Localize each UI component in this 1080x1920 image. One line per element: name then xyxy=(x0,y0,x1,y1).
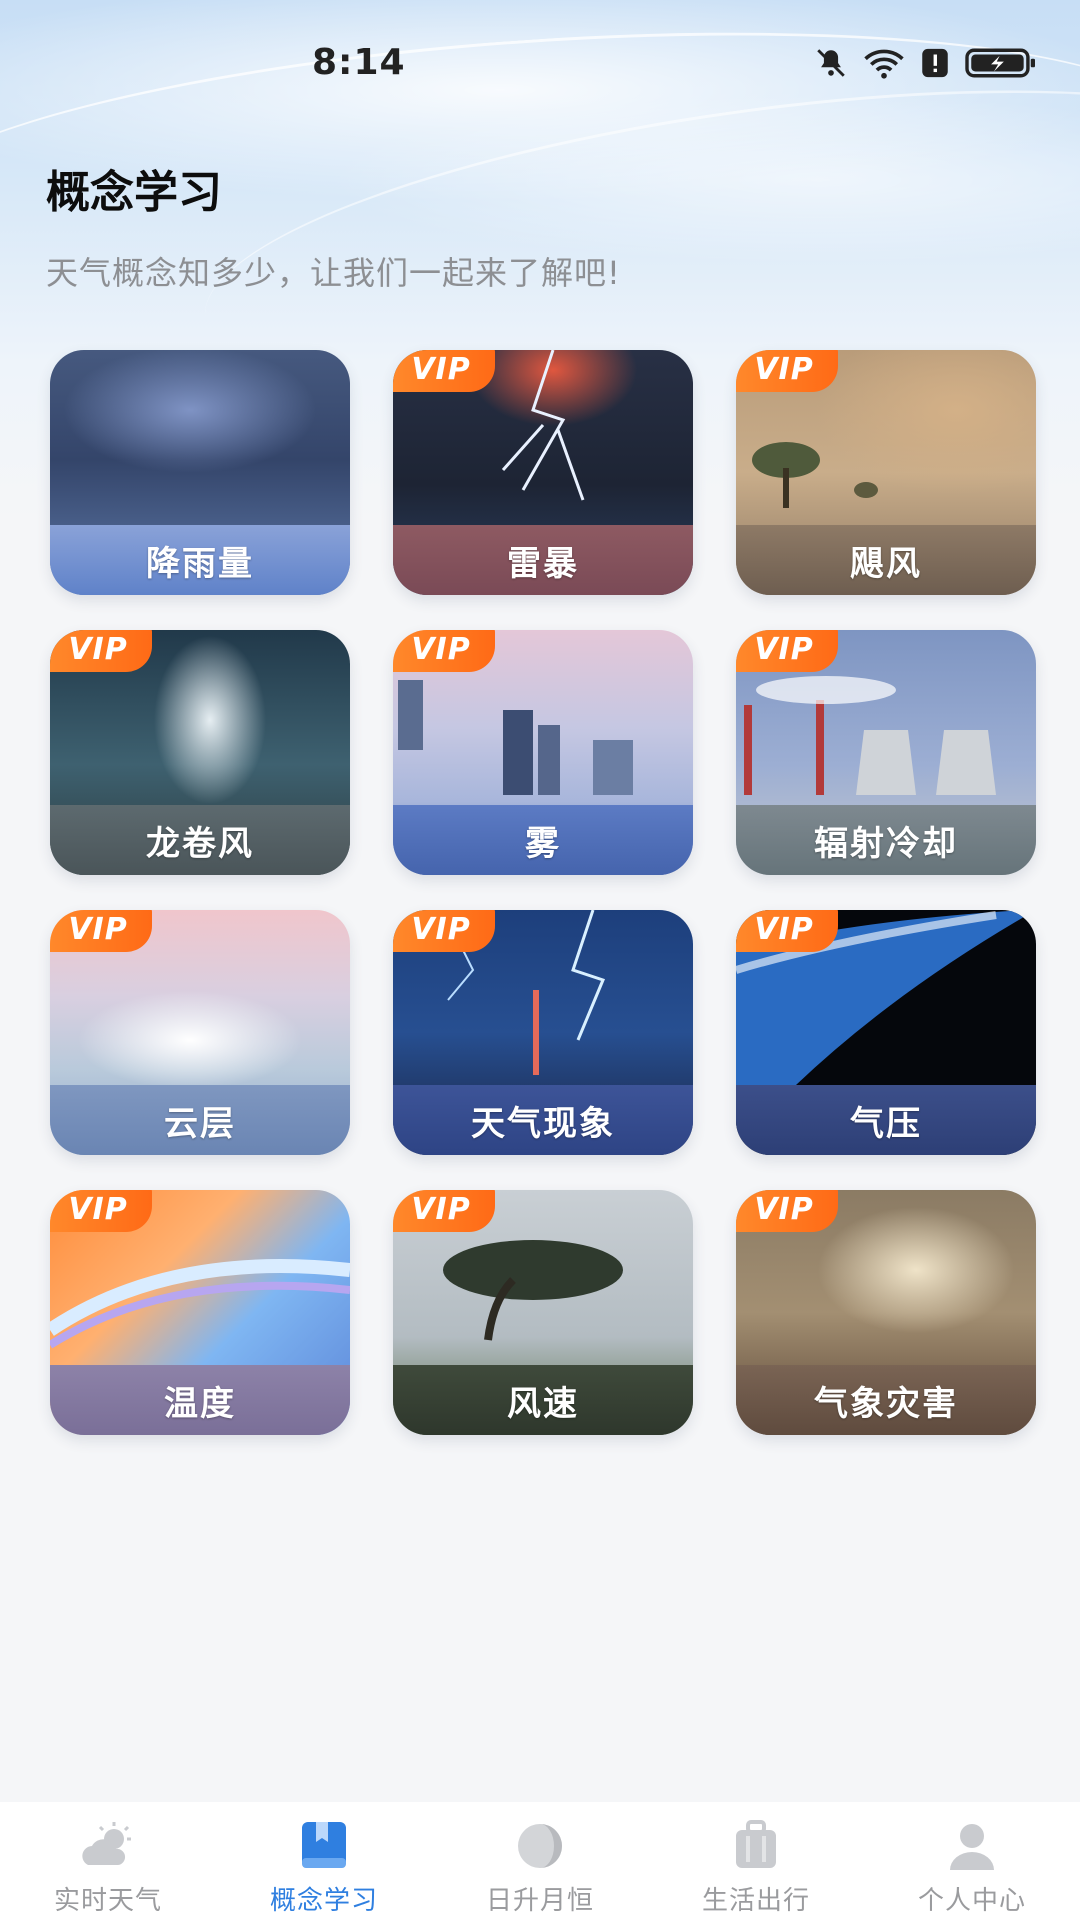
tab-label: 个人中心 xyxy=(917,1886,1026,1916)
card-weather-phenomena[interactable]: 天气现象 VIP xyxy=(393,910,693,1155)
card-label: 雷暴 xyxy=(507,543,579,584)
vip-badge: VIP xyxy=(736,350,838,392)
vip-badge: VIP xyxy=(736,1190,838,1232)
tab-label: 日升月恒 xyxy=(485,1886,594,1916)
vip-badge: VIP xyxy=(50,630,152,672)
card-hurricane[interactable]: 飓风 VIP xyxy=(736,350,1036,595)
tab-label: 生活出行 xyxy=(701,1886,810,1916)
vip-badge: VIP xyxy=(393,910,495,952)
card-label: 温度 xyxy=(164,1383,236,1424)
tab-label: 实时天气 xyxy=(53,1886,162,1916)
card-label: 雾 xyxy=(525,823,561,864)
luggage-icon xyxy=(726,1820,786,1872)
card-label: 风速 xyxy=(507,1383,579,1424)
card-cloud-layer[interactable]: 云层 VIP xyxy=(50,910,350,1155)
card-rainfall[interactable]: 降雨量 xyxy=(50,350,350,595)
moon-phase-icon xyxy=(510,1820,570,1872)
card-radiation-cooling[interactable]: 辐射冷却 VIP xyxy=(736,630,1036,875)
card-label: 云层 xyxy=(164,1103,236,1144)
wifi-icon xyxy=(862,46,906,80)
card-air-pressure[interactable]: 气压 VIP xyxy=(736,910,1036,1155)
person-icon xyxy=(942,1820,1002,1872)
status-time: 8:14 xyxy=(312,42,406,83)
page-title: 概念学习 xyxy=(46,167,222,218)
tab-sun-moon[interactable]: 日升月恒 xyxy=(432,1802,648,1920)
battery-icon xyxy=(964,46,1038,80)
card-label: 降雨量 xyxy=(146,543,254,584)
tab-life-travel[interactable]: 生活出行 xyxy=(648,1802,864,1920)
tab-personal-center[interactable]: 个人中心 xyxy=(864,1802,1080,1920)
partly-cloudy-icon xyxy=(78,1820,138,1872)
vip-badge: VIP xyxy=(50,1190,152,1232)
card-meteorological-disaster[interactable]: 气象灾害 VIP xyxy=(736,1190,1036,1435)
card-label: 飓风 xyxy=(850,543,922,584)
card-wind-speed[interactable]: 风速 VIP xyxy=(393,1190,693,1435)
card-label: 辐射冷却 xyxy=(814,823,958,864)
vip-badge: VIP xyxy=(736,630,838,672)
vip-badge: VIP xyxy=(393,630,495,672)
alert-icon xyxy=(920,46,950,80)
card-fog[interactable]: 雾 VIP xyxy=(393,630,693,875)
card-thunderstorm[interactable]: 雷暴 VIP xyxy=(393,350,693,595)
bell-muted-icon xyxy=(814,46,848,80)
vip-badge: VIP xyxy=(393,350,495,392)
tab-label: 概念学习 xyxy=(269,1886,378,1916)
card-label: 龙卷风 xyxy=(146,823,254,864)
bottom-tab-bar: 实时天气 概念学习 日升月恒 生活出行 个人中心 xyxy=(0,1802,1080,1920)
tab-concept-learning[interactable]: 概念学习 xyxy=(216,1802,432,1920)
card-label: 气压 xyxy=(850,1103,922,1144)
vip-badge: VIP xyxy=(393,1190,495,1232)
vip-badge: VIP xyxy=(50,910,152,952)
page-subtitle: 天气概念知多少，让我们一起来了解吧! xyxy=(46,254,621,292)
vip-badge: VIP xyxy=(736,910,838,952)
card-label: 天气现象 xyxy=(471,1103,615,1144)
card-tornado[interactable]: 龙卷风 VIP xyxy=(50,630,350,875)
card-temperature[interactable]: 温度 VIP xyxy=(50,1190,350,1435)
book-icon xyxy=(294,1820,354,1872)
tab-realtime-weather[interactable]: 实时天气 xyxy=(0,1802,216,1920)
card-label: 气象灾害 xyxy=(814,1383,958,1424)
status-bar: 8:14 xyxy=(0,0,1080,130)
